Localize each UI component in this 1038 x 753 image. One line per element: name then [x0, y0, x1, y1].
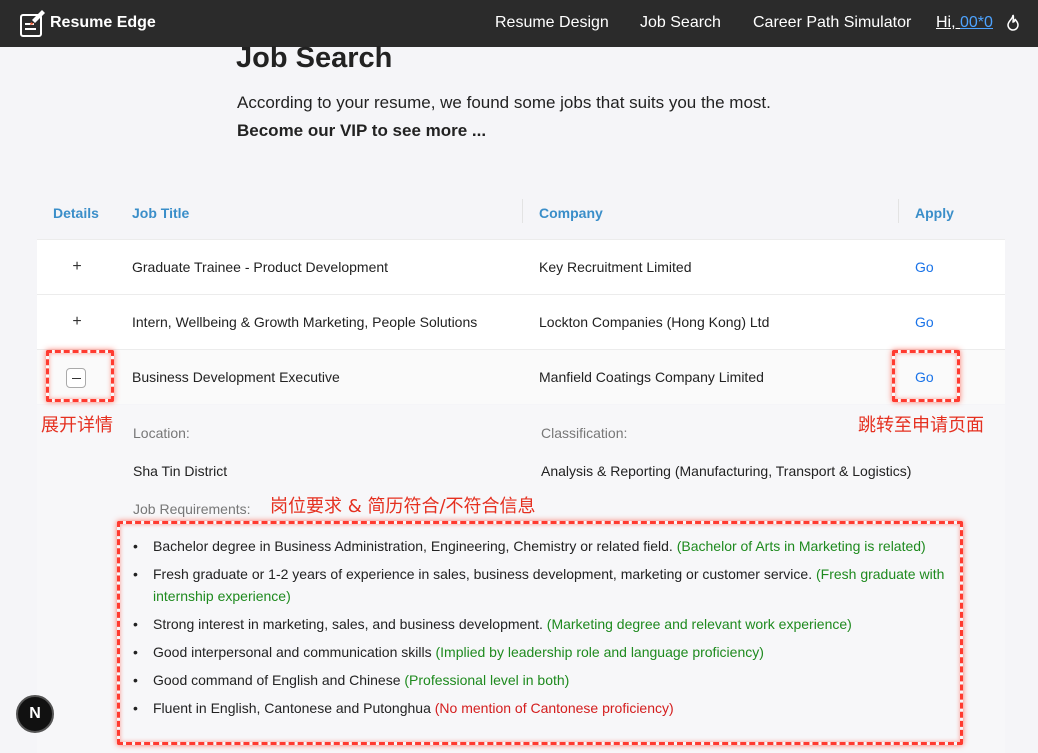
brand-name: Resume Edge [50, 14, 156, 31]
username-link[interactable]: 00*0 [960, 14, 993, 31]
nav-resume-design[interactable]: Resume Design [495, 14, 609, 32]
job-title-cell: Graduate Trainee - Product Development [132, 259, 389, 275]
location-value: Sha Tin District [133, 463, 228, 479]
col-separator [898, 199, 899, 223]
greeting-text: Hi, [936, 14, 960, 31]
classification-label: Classification: [541, 425, 628, 441]
expand-button[interactable]: + [70, 259, 84, 275]
annotation-box-apply [892, 350, 960, 402]
flame-icon[interactable] [1006, 14, 1020, 32]
apply-go-link[interactable]: Go [915, 314, 934, 330]
requirements-label: Job Requirements: [133, 501, 251, 517]
location-label: Location: [133, 425, 190, 441]
annotation-expand-label: 展开详情 [41, 415, 113, 436]
annotation-box-requirements [117, 521, 963, 745]
vip-promo[interactable]: Become our VIP to see more ... [237, 121, 486, 141]
n-floating-button[interactable]: N [16, 695, 54, 733]
company-cell: Lockton Companies (Hong Kong) Ltd [539, 314, 770, 330]
brand[interactable]: Resume Edge [18, 8, 156, 38]
intro-text: According to your resume, we found some … [237, 93, 771, 112]
nav-career-path-simulator[interactable]: Career Path Simulator [753, 14, 911, 32]
table-row: + Graduate Trainee - Product Development… [37, 239, 1005, 294]
apply-go-link[interactable]: Go [915, 259, 934, 275]
col-separator [522, 199, 523, 223]
job-title-cell: Business Development Executive [132, 369, 340, 385]
page-title: Job Search [236, 42, 393, 74]
col-company: Company [539, 205, 603, 221]
annotation-apply-label: 跳转至申请页面 [858, 415, 984, 436]
classification-value: Analysis & Reporting (Manufacturing, Tra… [541, 463, 912, 479]
col-apply: Apply [915, 205, 954, 221]
annotation-requirements-label: 岗位要求 & 简历符合/不符合信息 [270, 496, 536, 517]
expand-button[interactable]: + [70, 314, 84, 330]
user-greeting[interactable]: Hi, 00*0 [936, 14, 993, 32]
resume-logo-icon [20, 10, 45, 37]
company-cell: Manfield Coatings Company Limited [539, 369, 764, 385]
col-details: Details [53, 205, 99, 221]
table-row: Business Development Executive Manfield … [37, 349, 1005, 404]
annotation-box-expand [46, 350, 114, 402]
company-cell: Key Recruitment Limited [539, 259, 692, 275]
col-job-title: Job Title [132, 205, 190, 221]
job-title-cell: Intern, Wellbeing & Growth Marketing, Pe… [132, 314, 478, 330]
table-row: + Intern, Wellbeing & Growth Marketing, … [37, 294, 1005, 349]
top-navbar: Resume Edge Resume Design Job Search Car… [0, 0, 1038, 47]
nav-job-search[interactable]: Job Search [640, 14, 721, 32]
